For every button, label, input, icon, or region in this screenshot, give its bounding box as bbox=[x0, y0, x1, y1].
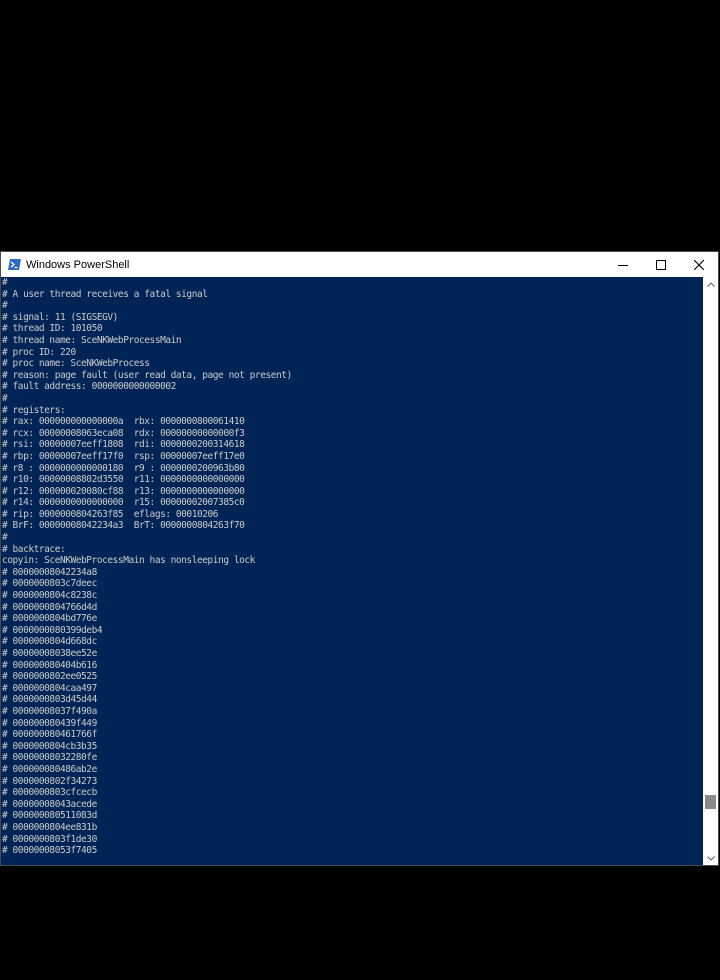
console-line: # proc ID: 220 bbox=[2, 346, 76, 358]
scroll-up-button[interactable] bbox=[703, 277, 718, 291]
console-line: # 00000008032280fe bbox=[2, 752, 97, 764]
console-line: # 0000000804caa497 bbox=[2, 682, 97, 694]
console-line: # BrF: 00000008042234a3 BrT: 00000008042… bbox=[2, 520, 245, 532]
console-line: # bbox=[2, 300, 8, 312]
console-line: # r8 : 0000000000000180 r9 : 00000002009… bbox=[2, 462, 245, 474]
window-title: Windows PowerShell bbox=[26, 258, 130, 271]
console-line: # 000000080439f449 bbox=[2, 717, 97, 729]
console-line: # proc name: SceNKWebProcess bbox=[2, 358, 150, 370]
console-line: # backtrace: bbox=[2, 543, 66, 555]
console-line: # bbox=[2, 277, 8, 288]
console-line: # 0000000804ee831b bbox=[2, 821, 97, 833]
console-output[interactable]: # # A user thread receives a fatal signal… bbox=[1, 277, 704, 865]
console-line: # 00000008042234a8 bbox=[2, 566, 97, 578]
console-line: # 0000000803d45d44 bbox=[2, 694, 97, 706]
console-line: # 00000008038ee52e bbox=[2, 648, 97, 659]
console-line: # r12: 000000020080cf88 r13: 00000000000… bbox=[2, 485, 245, 497]
console-line: # registers: bbox=[2, 404, 66, 416]
console-line: # 000000080404b616 bbox=[2, 659, 97, 671]
console-line: # signal: 11 (SIGSEGV) bbox=[2, 311, 118, 323]
scrollbar-thumb[interactable] bbox=[705, 795, 716, 809]
powershell-icon bbox=[8, 259, 21, 270]
scroll-down-icon bbox=[706, 855, 715, 861]
console-line: # 000000080486ab2e bbox=[2, 763, 97, 775]
console-line: # rcx: 00000008063eca08 rdx: 00000000000… bbox=[2, 427, 245, 439]
console-line: # 0000000803cfcecb bbox=[2, 787, 97, 799]
console-line: # 00000008037f490a bbox=[2, 705, 97, 717]
close-icon bbox=[694, 259, 704, 270]
vertical-scrollbar[interactable] bbox=[703, 277, 718, 865]
console-line: # 0000000804c8238c bbox=[2, 590, 97, 602]
console-line: # 0000000804d668dc bbox=[2, 636, 97, 648]
console-line: # rsi: 00000007eeff1808 rdi: 00000002003… bbox=[2, 439, 245, 451]
console-line: # 0000000080399deb4 bbox=[2, 624, 103, 636]
console-line: # rax: 000000000000000a rbx: 00000008000… bbox=[2, 416, 245, 428]
console-line: # A user thread receives a fatal signal bbox=[2, 288, 208, 300]
console-line: # 0000000804766d4d bbox=[2, 601, 97, 613]
minimize-button[interactable] bbox=[604, 252, 642, 277]
console-line: # thread name: SceNKWebProcessMain bbox=[2, 334, 182, 346]
console-line: # 0000000803c7deec bbox=[2, 578, 97, 590]
console-line: # 0000000802ee0525 bbox=[2, 671, 97, 683]
console-line: # thread ID: 101050 bbox=[2, 323, 103, 335]
console-line: copyin: SceNKWebProcessMain has nonsleep… bbox=[2, 555, 255, 567]
console-line: # bbox=[2, 392, 8, 404]
console-line: # 0000000804cb3b35 bbox=[2, 740, 97, 752]
console-line: # reason: page fault (user read data, pa… bbox=[2, 369, 292, 381]
console-line: # 00000008053f7405 bbox=[2, 845, 97, 857]
console-line: # 000000080511083d bbox=[2, 810, 97, 822]
maximize-icon bbox=[656, 259, 666, 270]
window-controls bbox=[604, 252, 718, 277]
powershell-window: Windows PowerShell # # A user thread rece… bbox=[0, 251, 719, 866]
scroll-down-button[interactable] bbox=[703, 851, 718, 865]
console-line: # bbox=[2, 532, 8, 544]
scroll-up-icon bbox=[706, 281, 715, 287]
console-line: # r10: 00000008802d3550 r11: 00000000000… bbox=[2, 474, 245, 486]
console-line: # 0000000804bd776e bbox=[2, 613, 97, 625]
console-line: # rip: 0000000804263f85 eflags: 00010206 bbox=[2, 508, 219, 520]
console-line: # 00000008043acede bbox=[2, 798, 97, 810]
console-line: # 0000000802f34273 bbox=[2, 775, 97, 787]
minimize-icon bbox=[618, 264, 628, 266]
console-line: # rbp: 00000007eeff17f0 rsp: 00000007eef… bbox=[2, 450, 245, 462]
close-button[interactable] bbox=[680, 252, 718, 277]
console-line: # 000000080461766f bbox=[2, 729, 97, 741]
console-line: # 0000000803f1de30 bbox=[2, 833, 97, 845]
maximize-button[interactable] bbox=[642, 252, 680, 277]
console-line: # fault address: 0000000000000002 bbox=[2, 381, 176, 393]
title-bar[interactable]: Windows PowerShell bbox=[1, 252, 718, 277]
console-line: # r14: 0000000000000000 r15: 00000002007… bbox=[2, 497, 245, 509]
